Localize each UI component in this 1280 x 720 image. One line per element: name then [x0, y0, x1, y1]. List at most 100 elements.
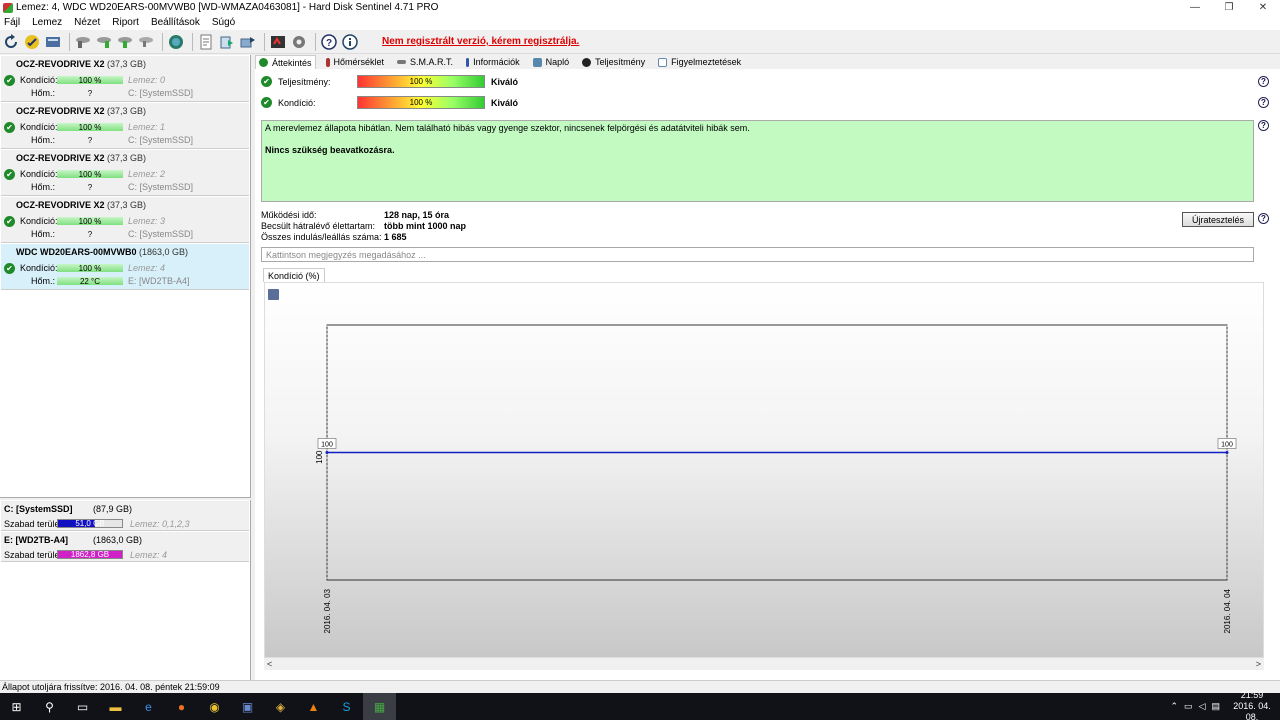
data-point [1225, 451, 1229, 454]
disk-test-icon[interactable] [95, 33, 113, 51]
tab-overview[interactable]: Áttekintés [255, 55, 316, 69]
chevron-up-icon[interactable]: ⌃ [1171, 701, 1179, 712]
minimize-button[interactable]: — [1178, 0, 1212, 15]
uptime-label: Működési idő: [261, 210, 317, 220]
menu-disk[interactable]: Lemez [32, 17, 62, 28]
retest-button[interactable]: Újratesztelés [1182, 212, 1254, 227]
tab-smart[interactable]: S.M.A.R.T. [394, 55, 456, 69]
save-app-icon[interactable]: ▣ [231, 693, 264, 720]
menu-settings[interactable]: Beállítások [151, 17, 200, 28]
check-icon: ✔ [4, 263, 15, 274]
performance-row: ✔ Teljesítmény: [261, 76, 331, 87]
register-link[interactable]: Nem regisztrált verzió, kérem regisztrál… [382, 36, 579, 47]
help-icon[interactable]: ? [1258, 76, 1269, 87]
volume-item[interactable]: C: [SystemSSD] (87,9 GB) Szabad terület … [1, 501, 249, 531]
tab-temperature[interactable]: Hőmérséklet [323, 55, 388, 69]
app-icon [3, 2, 13, 13]
tab-alerts[interactable]: Figyelmeztetések [655, 55, 744, 69]
taskbar: ⊞ ⚲ ▭ ▬ e ● ◉ ▣ ◈ ▲ S ▦ ⌃ ▭ ◁ ▤ 21:59 20… [0, 690, 1280, 720]
disk-icon[interactable] [44, 33, 62, 51]
search-icon[interactable]: ⚲ [33, 693, 66, 720]
tab-performance[interactable]: Teljesítmény [579, 55, 648, 69]
window-title: Lemez: 4, WDC WD20EARS-00MVWB0 [WD-WMAZA… [16, 2, 439, 13]
uptime-row: Működési idő: 128 nap, 15 óra [261, 210, 449, 220]
condition-row: ✔ Kondíció: [261, 97, 316, 108]
menu-view[interactable]: Nézet [74, 17, 100, 28]
scroll-left-icon[interactable]: < [267, 659, 272, 669]
close-button[interactable]: ✕ [1246, 0, 1280, 15]
info-icon[interactable] [341, 33, 359, 51]
help-icon[interactable]: ? [1258, 213, 1269, 224]
disk-size: (37,3 GB) [107, 200, 147, 210]
edge-icon[interactable]: e [132, 693, 165, 720]
start-icon[interactable]: ⊞ [0, 693, 33, 720]
task-view-icon[interactable]: ▭ [66, 693, 99, 720]
volume-size: (1863,0 GB) [93, 535, 143, 545]
help-icon[interactable]: ? [1258, 120, 1269, 131]
volume-item[interactable]: E: [WD2TB-A4] (1863,0 GB) Szabad terület… [1, 532, 249, 562]
tools-app-icon[interactable]: ◈ [264, 693, 297, 720]
tab-information[interactable]: Információk [463, 55, 523, 69]
temp-label: Hőm.: [31, 276, 56, 286]
chart-canvas: 1001002016. 04. 031002016. 04. 04 [315, 324, 1237, 633]
free-space-bar: 51,0 GB [57, 519, 123, 528]
health-icon[interactable] [23, 33, 41, 51]
firefox-icon[interactable]: ● [165, 693, 198, 720]
horizontal-scrollbar[interactable]: < > [264, 658, 1264, 670]
tab-log[interactable]: Napló [530, 55, 573, 69]
menu-help[interactable]: Súgó [212, 17, 235, 28]
disk-size: (37,3 GB) [107, 106, 147, 116]
status-action: Nincs szükség beavatkozásra. [265, 145, 395, 155]
condition-bar: 100 % [57, 170, 123, 179]
disk-wipe-icon[interactable] [137, 33, 155, 51]
help-icon[interactable]: ? [320, 33, 338, 51]
gear-icon[interactable] [290, 33, 308, 51]
volume-name: C: [SystemSSD] [4, 504, 73, 514]
vlc-icon[interactable]: ▲ [297, 693, 330, 720]
help-icon[interactable]: ? [1258, 97, 1269, 108]
disk-volume: C: [SystemSSD] [128, 135, 194, 145]
hdsentinel-icon[interactable]: ▦ [363, 693, 396, 720]
disk-item-selected[interactable]: WDC WD20EARS-00MVWB0 (1863,0 GB) ✔ Kondí… [1, 244, 249, 290]
disk-number: Lemez: 1 [128, 122, 166, 132]
disk-settings-icon[interactable] [74, 33, 92, 51]
menu-report[interactable]: Riport [112, 17, 139, 28]
network-icon[interactable]: ▭ [1184, 701, 1193, 712]
send-report-icon[interactable] [239, 33, 257, 51]
report-icon[interactable] [197, 33, 215, 51]
temp-value: ? [87, 135, 93, 145]
disk-volume: C: [SystemSSD] [128, 88, 194, 98]
scroll-right-icon[interactable]: > [1256, 659, 1261, 669]
disk-item[interactable]: OCZ-REVODRIVE X2 (37,3 GB) ✔ Kondíció: 1… [1, 150, 249, 196]
volume-icon[interactable]: ◁ [1199, 701, 1206, 712]
condition-label: Kondíció: [20, 169, 58, 179]
disk-item[interactable]: OCZ-REVODRIVE X2 (37,3 GB) ✔ Kondíció: 1… [1, 103, 249, 149]
disk-erase-icon[interactable] [116, 33, 134, 51]
maximize-button[interactable]: ❐ [1212, 0, 1246, 15]
disk-size: (37,3 GB) [107, 59, 147, 69]
firewire-icon[interactable] [269, 33, 287, 51]
uptime-value: 128 nap, 15 óra [384, 210, 450, 220]
menu-file[interactable]: Fájl [4, 17, 20, 28]
log-icon [532, 57, 542, 67]
volume-list: C: [SystemSSD] (87,9 GB) Szabad terület … [0, 500, 251, 680]
chrome-icon[interactable]: ◉ [198, 693, 231, 720]
clock[interactable]: 21:59 2016. 04. 08. [1228, 690, 1276, 720]
condition-bar: 100 % [57, 76, 123, 85]
condition-rating: Kiváló [491, 98, 519, 108]
refresh-icon[interactable] [2, 33, 20, 51]
file-explorer-icon[interactable]: ▬ [99, 693, 132, 720]
copy-report-icon[interactable] [218, 33, 236, 51]
disk-item[interactable]: OCZ-REVODRIVE X2 (37,3 GB) ✔ Kondíció: 1… [1, 56, 249, 102]
notification-icon[interactable]: ▤ [1211, 701, 1220, 712]
disk-item[interactable]: OCZ-REVODRIVE X2 (37,3 GB) ✔ Kondíció: 1… [1, 197, 249, 243]
globe-icon[interactable] [167, 33, 185, 51]
x-tick-label: 2016. 04. 04 [1223, 588, 1232, 633]
skype-icon[interactable]: S [330, 693, 363, 720]
note-input[interactable]: Kattintson megjegyzés megadásához ... [261, 247, 1254, 262]
disk-number: Lemez: 4 [128, 263, 166, 273]
svg-text:?: ? [326, 38, 332, 49]
x-tick-label: 2016. 04. 03 [323, 588, 332, 633]
condition-label: Kondíció: [20, 122, 58, 132]
tab-condition-chart[interactable]: Kondíció (%) [263, 268, 325, 282]
